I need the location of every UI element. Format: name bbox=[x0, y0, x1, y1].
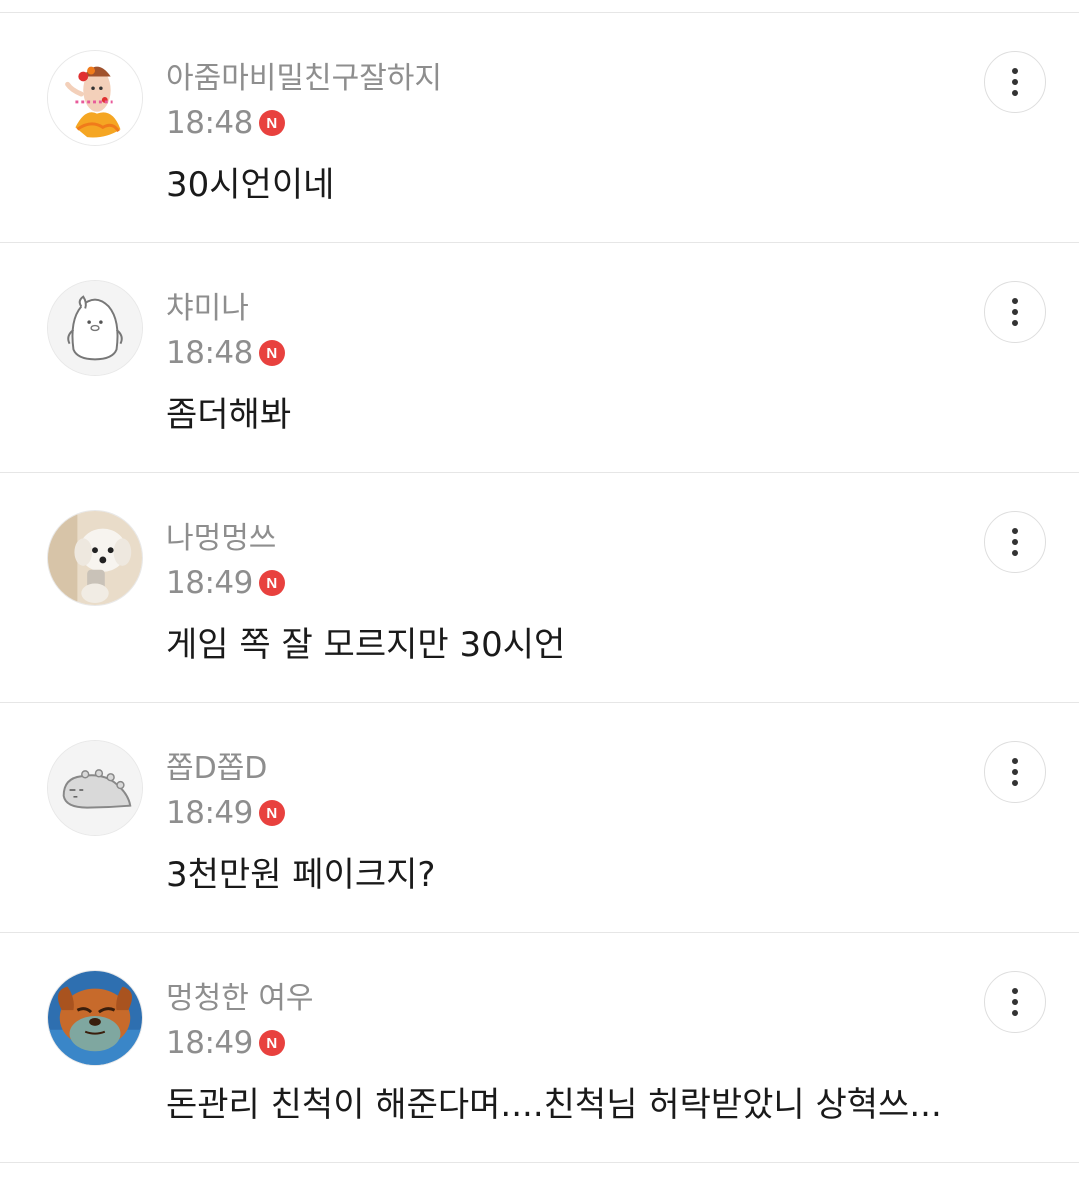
comment-meta: 18:49 N bbox=[166, 563, 285, 603]
new-badge: N bbox=[258, 340, 285, 366]
comment-text: 3천만원 페이크지? bbox=[166, 855, 436, 895]
comment-item: 아줌마비밀친구잘하지 18:48 N 30시언이네 bbox=[0, 13, 1079, 243]
comment-text: 돈관리 친척이 해준다며....친척님 허락받았니 상혁쓰... bbox=[166, 1085, 942, 1125]
comment-nickname[interactable]: 멍청한 여우 bbox=[166, 979, 314, 1019]
comment-time: 18:49 bbox=[166, 565, 253, 601]
comment-meta: 18:48 N bbox=[166, 333, 285, 373]
new-badge: N bbox=[258, 570, 285, 596]
more-vertical-icon bbox=[1012, 988, 1018, 1016]
more-vertical-icon bbox=[1012, 68, 1018, 96]
comment-time: 18:48 bbox=[166, 335, 253, 371]
comment-item: 멍청한 여우 18:49 N 돈관리 친척이 해준다며....친척님 허락받았니… bbox=[0, 933, 1079, 1163]
more-options-button[interactable] bbox=[984, 741, 1046, 803]
more-vertical-icon bbox=[1012, 758, 1018, 786]
white-dog-photo-avatar-icon[interactable] bbox=[47, 510, 143, 606]
comment-time: 18:48 bbox=[166, 105, 253, 141]
comment-meta: 18:48 N bbox=[166, 103, 285, 143]
more-vertical-icon bbox=[1012, 528, 1018, 556]
comment-text: 좀더해봐 bbox=[166, 395, 292, 435]
comment-meta: 18:49 N bbox=[166, 1023, 285, 1063]
comment-nickname[interactable]: 아줌마비밀친구잘하지 bbox=[166, 59, 442, 99]
more-options-button[interactable] bbox=[984, 511, 1046, 573]
comment-meta: 18:49 N bbox=[166, 793, 285, 833]
dancing-character-avatar-icon[interactable] bbox=[47, 50, 143, 146]
more-vertical-icon bbox=[1012, 298, 1018, 326]
comment-nickname[interactable]: 쫍D쫍D bbox=[166, 749, 267, 789]
new-badge: N bbox=[258, 1030, 285, 1056]
comment-item: 나멍멍쓰 18:49 N 게임 쪽 잘 모르지만 30시언 bbox=[0, 473, 1079, 703]
new-badge: N bbox=[258, 800, 285, 826]
comment-nickname[interactable]: 챠미나 bbox=[166, 289, 249, 329]
comment-nickname[interactable]: 나멍멍쓰 bbox=[166, 519, 276, 559]
comment-time: 18:49 bbox=[166, 1025, 253, 1061]
more-options-button[interactable] bbox=[984, 281, 1046, 343]
comment-text: 게임 쪽 잘 모르지만 30시언 bbox=[166, 625, 566, 665]
comment-time: 18:49 bbox=[166, 795, 253, 831]
more-options-button[interactable] bbox=[984, 51, 1046, 113]
new-badge: N bbox=[258, 110, 285, 136]
comment-item: 쫍D쫍D 18:49 N 3천만원 페이크지? bbox=[0, 703, 1079, 933]
fox-character-avatar-icon[interactable] bbox=[47, 970, 143, 1066]
comment-text: 30시언이네 bbox=[166, 165, 335, 205]
dino-doodle-avatar-icon[interactable] bbox=[47, 740, 143, 836]
penguin-doodle-avatar-icon[interactable] bbox=[47, 280, 143, 376]
comment-item: 챠미나 18:48 N 좀더해봐 bbox=[0, 243, 1079, 473]
more-options-button[interactable] bbox=[984, 971, 1046, 1033]
